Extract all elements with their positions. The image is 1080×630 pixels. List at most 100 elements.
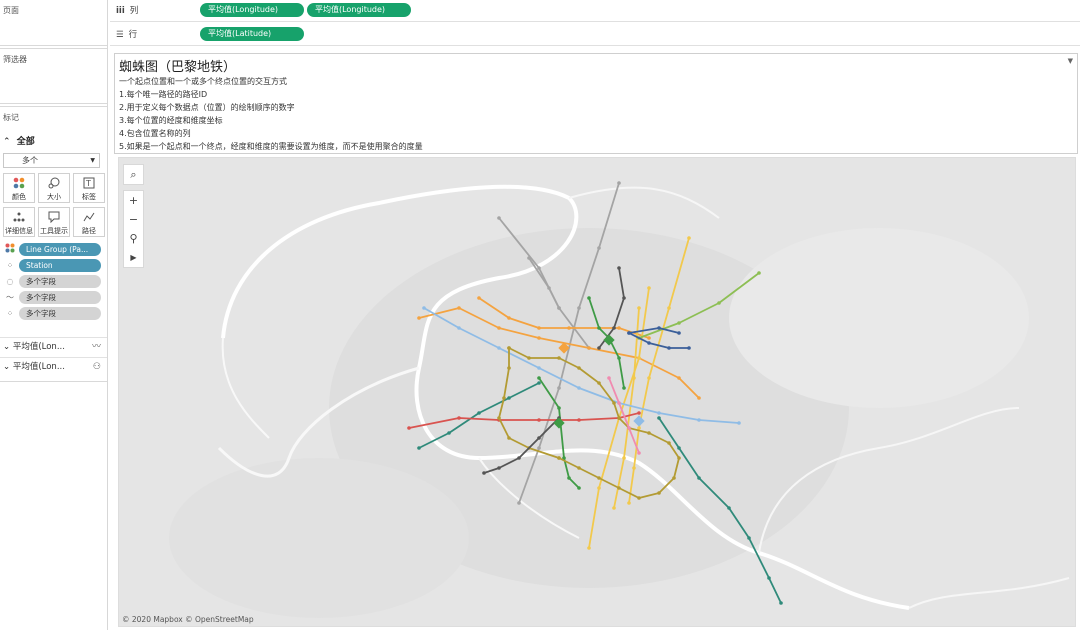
station-dot[interactable]	[537, 381, 541, 385]
station-dot[interactable]	[587, 346, 591, 350]
station-dot[interactable]	[617, 416, 621, 420]
station-dot[interactable]	[617, 181, 621, 185]
station-dot[interactable]	[597, 476, 601, 480]
title-menu-icon[interactable]: ▼	[1068, 57, 1073, 65]
detail-button[interactable]: 详细信息	[3, 207, 35, 237]
station-dot[interactable]	[677, 456, 681, 460]
pin-icon[interactable]: ⚲	[124, 229, 143, 248]
station-dot[interactable]	[677, 446, 681, 450]
station-dot[interactable]	[537, 366, 541, 370]
station-dot[interactable]	[537, 446, 541, 450]
layer-row-shapes[interactable]: ⌄ 平均值(Lon... ⚇	[0, 357, 107, 375]
station-dot[interactable]	[657, 416, 661, 420]
station-dot[interactable]	[537, 436, 541, 440]
station-dot[interactable]	[607, 376, 611, 380]
station-dot[interactable]	[627, 501, 631, 505]
station-dot[interactable]	[747, 536, 751, 540]
station-dot[interactable]	[697, 396, 701, 400]
station-dot[interactable]	[617, 326, 621, 330]
label-button[interactable]: T 标签	[73, 173, 105, 203]
station-dot[interactable]	[687, 346, 691, 350]
station-dot[interactable]	[622, 296, 626, 300]
zoom-out-icon[interactable]: −	[124, 210, 143, 229]
station-dot[interactable]	[507, 436, 511, 440]
station-dot[interactable]	[657, 411, 661, 415]
station-dot[interactable]	[647, 341, 651, 345]
longitude-pill-2[interactable]: 平均值(Longitude)	[307, 3, 411, 17]
station-dot[interactable]	[417, 316, 421, 320]
station-dot[interactable]	[667, 306, 671, 310]
station-dot[interactable]	[612, 506, 616, 510]
filters-card[interactable]: 筛选器	[0, 48, 107, 104]
station-dot[interactable]	[577, 386, 581, 390]
multiple-fields-pill[interactable]: 多个字段	[19, 307, 101, 320]
station-dot[interactable]	[557, 456, 561, 460]
station-dot[interactable]	[517, 456, 521, 460]
station-dot[interactable]	[647, 431, 651, 435]
station-dot[interactable]	[497, 216, 501, 220]
line-group-pill[interactable]: Line Group (Pa...	[19, 243, 101, 256]
station-dot[interactable]	[687, 236, 691, 240]
latitude-pill[interactable]: 平均值(Latitude)	[200, 27, 304, 41]
station-dot[interactable]	[537, 418, 541, 422]
station-dot[interactable]	[557, 386, 561, 390]
station-dot[interactable]	[407, 426, 411, 430]
station-dot[interactable]	[497, 326, 501, 330]
longitude-pill-1[interactable]: 平均值(Longitude)	[200, 3, 304, 17]
station-dot[interactable]	[502, 396, 506, 400]
station-dot[interactable]	[477, 411, 481, 415]
station-dot[interactable]	[507, 396, 511, 400]
station-dot[interactable]	[457, 306, 461, 310]
station-dot[interactable]	[477, 296, 481, 300]
station-dot[interactable]	[617, 486, 621, 490]
station-dot[interactable]	[517, 501, 521, 505]
station-dot[interactable]	[779, 601, 783, 605]
station-dot[interactable]	[697, 418, 701, 422]
station-dot[interactable]	[757, 271, 761, 275]
columns-shelf[interactable]: iii 列 平均值(Longitude) 平均值(Longitude)	[110, 0, 1080, 22]
station-dot[interactable]	[737, 421, 741, 425]
station-dot[interactable]	[612, 326, 616, 330]
station-dot[interactable]	[727, 506, 731, 510]
station-dot[interactable]	[507, 316, 511, 320]
station-dot[interactable]	[482, 471, 486, 475]
station-dot[interactable]	[457, 326, 461, 330]
station-dot[interactable]	[577, 486, 581, 490]
station-dot[interactable]	[577, 466, 581, 470]
station-dot[interactable]	[557, 406, 561, 410]
station-dot[interactable]	[767, 576, 771, 580]
rows-shelf[interactable]: ☰ 行 平均值(Latitude)	[110, 24, 1080, 46]
tooltip-button[interactable]: 工具提示	[38, 207, 70, 237]
station-dot[interactable]	[527, 256, 531, 260]
station-dot[interactable]	[547, 286, 551, 290]
station-dot[interactable]	[637, 451, 641, 455]
station-dot[interactable]	[577, 366, 581, 370]
station-dot[interactable]	[617, 356, 621, 360]
station-dot[interactable]	[557, 306, 561, 310]
station-dot[interactable]	[537, 376, 541, 380]
station-dot[interactable]	[577, 306, 581, 310]
zoom-in-icon[interactable]: +	[124, 191, 143, 210]
station-dot[interactable]	[612, 401, 616, 405]
station-dot[interactable]	[627, 426, 631, 430]
station-dot[interactable]	[557, 356, 561, 360]
station-dot[interactable]	[597, 246, 601, 250]
map-search-tool[interactable]: ⌕	[123, 164, 144, 185]
station-dot[interactable]	[507, 346, 511, 350]
station-pill[interactable]: Station	[19, 259, 101, 272]
station-dot[interactable]	[537, 326, 541, 330]
station-dot[interactable]	[447, 431, 451, 435]
station-dot[interactable]	[647, 336, 651, 340]
station-dot[interactable]	[637, 411, 641, 415]
station-dot[interactable]	[637, 356, 641, 360]
multiple-fields-pill[interactable]: 多个字段	[19, 275, 101, 288]
station-dot[interactable]	[647, 376, 651, 380]
station-dot[interactable]	[507, 366, 511, 370]
station-dot[interactable]	[677, 331, 681, 335]
station-dot[interactable]	[697, 476, 701, 480]
station-dot[interactable]	[617, 266, 621, 270]
station-dot[interactable]	[677, 321, 681, 325]
station-dot[interactable]	[457, 416, 461, 420]
station-dot[interactable]	[657, 491, 661, 495]
marks-all-toggle[interactable]: ⌃ 全部	[3, 134, 35, 147]
